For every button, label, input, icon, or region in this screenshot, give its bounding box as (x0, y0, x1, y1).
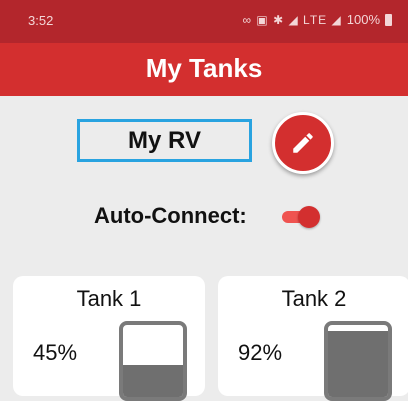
status-icons: ∞ ▣ ✱ ◢ LTE ◢ 100% (243, 12, 392, 27)
battery-icon (385, 13, 392, 26)
tank-title: Tank 2 (281, 286, 347, 311)
page-title: My Tanks (145, 53, 263, 83)
tank-level-fill (123, 364, 183, 397)
auto-connect-toggle[interactable] (280, 206, 320, 228)
tank-percent: 45% (33, 340, 78, 365)
tank-card-1[interactable]: Tank 1 45% (13, 276, 205, 401)
tank-percent: 92% (238, 340, 283, 365)
auto-connect-label: Auto-Connect: (94, 203, 247, 228)
tank-level-gauge (324, 321, 392, 401)
rv-name-text: My RV (128, 126, 201, 154)
toggle-thumb (298, 206, 320, 228)
app-bar: My Tanks (0, 43, 408, 96)
battery-percent: 100% (346, 12, 380, 27)
status-time: 3:52 (28, 13, 54, 28)
pencil-icon (293, 133, 313, 153)
status-bar: 3:52 ∞ ▣ ✱ ◢ LTE ◢ 100% (0, 0, 408, 43)
status-indicators-icon: ∞ ▣ ✱ ◢ LTE ◢ (242, 12, 342, 27)
rv-name-field[interactable]: My RV (77, 119, 252, 162)
tank-title: Tank 1 (76, 286, 142, 311)
tank-level-gauge (119, 321, 187, 401)
tank-level-fill (328, 330, 388, 397)
tank-card-2[interactable]: Tank 2 92% (218, 276, 408, 401)
edit-name-button[interactable] (272, 112, 334, 174)
